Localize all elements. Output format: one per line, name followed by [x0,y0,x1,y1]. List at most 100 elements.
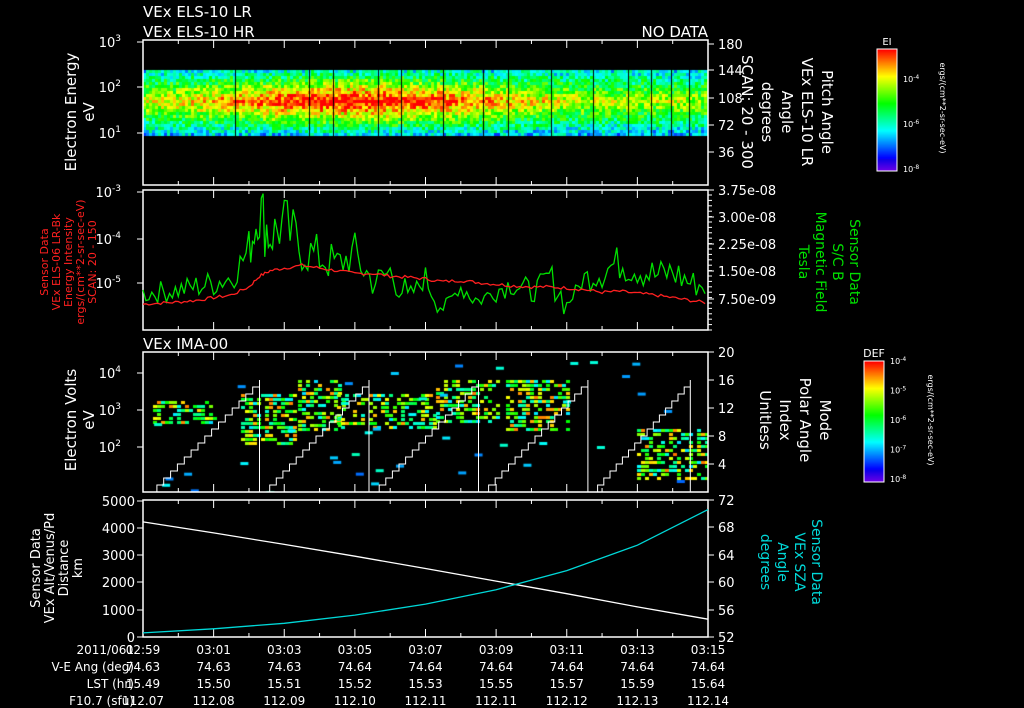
mode-tick-label: 12 [718,402,735,417]
els-y-axis-label: eV [80,102,98,122]
ima-y-axis-label: eV [80,410,98,430]
energy-intensity-line [142,263,706,306]
mode-axis-label: Unitless [756,390,774,450]
altitude-tick-label: 4000 [102,522,135,537]
mode-tick-label: 8 [718,430,726,445]
mode-tick-label: 4 [718,458,726,473]
x-axis-ve_ang-value: 74.64 [550,660,584,674]
x-axis-times-value: 03:01 [196,643,231,657]
b-field-tick-label: 7.50e-09 [718,293,776,308]
ima-y-tick-label: 103 [99,402,121,419]
els-y-tick-label: 103 [99,34,121,51]
els-y-tick-label: 102 [99,79,121,96]
b-field-axis-label: Magnetic Field [812,212,828,313]
pitch-angle-axis-label: SCAN: 20 - 300 [738,55,756,169]
b-field-tick-label: 3.00e-08 [718,211,776,226]
def-colorbar-title: DEF [863,347,885,360]
pitch-angle-axis-label: VEx ELS-10 LR [798,58,816,167]
altitude-tick-label: 3000 [102,549,135,564]
b-field-tick-label: 3.75e-08 [718,184,776,199]
energy-intensity-tick-label: 10-4 [95,231,121,248]
energy-intensity-tick-label: 10-5 [95,275,121,292]
def-colorbar-frame [863,360,885,483]
ei-colorbar-tick-label: 10-8 [903,164,919,174]
pitch-angle-tick-label: 72 [718,119,735,134]
energy-intensity-tick-label: 10-3 [95,184,121,201]
space-physics-plot: VEx ELS-10 LR VEx ELS-10 HR NO DATA 103 102 1… [0,0,1024,708]
x-axis-ve_ang-value: 74.63 [267,660,301,674]
pitch-angle-tick-label: 180 [718,38,743,53]
x-axis-f107-value: 112.11 [405,694,447,708]
b-field-axis-label: Sensor Data [846,219,862,305]
sza-axis-label: degrees [757,534,773,590]
pitch-angle-tick-label: 36 [718,146,735,161]
panel-frame-3 [142,351,709,493]
x-axis-lst-value: 15.51 [267,677,301,691]
mode-axis-label: Polar Angle [796,378,814,463]
x-axis-lst-value: 15.64 [691,677,725,691]
ei-colorbar-unit: ergs/(cm**2-sr-sec-eV) [938,62,947,153]
x-axis-ve_ang-value: 74.64 [408,660,442,674]
ei-colorbar-frame [876,48,898,172]
title-hr: VEx ELS-10 HR [143,23,255,41]
x-axis-f107-value: 112.13 [616,694,658,708]
x-axis-f107-value: 112.11 [475,694,517,708]
pitch-angle-axis-label: Pitch Angle [818,70,836,154]
energy-intensity-axis-label: SCAN: 20 - 150 [86,220,99,304]
ima-y-axis-label: Electron Volts [62,369,80,472]
x-axis-times-value: 02:59 [126,643,161,657]
x-axis-times-value: 03:05 [338,643,373,657]
def-colorbar-tick-label: 10-6 [890,415,906,425]
ima-y-tick-label: 104 [99,365,122,382]
sza-axis-label: Sensor Data [808,519,824,605]
ei-colorbar-tick-label: 10-6 [903,119,919,129]
x-axis-f107-value: 112.08 [193,694,235,708]
altitude-axis-label: Sensor Data [29,528,44,608]
b-field-axis-label: S/C B [829,243,845,280]
altitude-tick-label: 2000 [102,576,135,591]
els-y-axis-label: Electron Energy [62,52,80,171]
sza-axis-label: Angle [774,542,790,582]
x-axis-lst-value: 15.49 [126,677,160,691]
ima-panel-title: VEx IMA-00 [143,335,228,353]
mode-axis-label: Index [776,399,794,440]
b-field-tick-label: 2.25e-08 [718,238,776,253]
x-axis-lst-value: 15.55 [479,677,513,691]
mode-axis-label: Mode [816,400,834,441]
b-field-axis-label: Tesla [795,244,811,280]
plot-svg: VEx ELS-10 LR VEx ELS-10 HR NO DATA 103 102 1… [29,3,947,708]
no-data-label: NO DATA [642,23,709,41]
x-axis-ve_ang-value: 74.64 [620,660,654,674]
b-field-tick-label: 1.50e-08 [718,265,776,280]
def-colorbar-tick-label: 10-5 [890,386,906,396]
def-colorbar-tick-label: 10-4 [890,356,906,366]
x-axis-f107-value: 112.12 [546,694,588,708]
mode-tick-label: 20 [718,346,735,361]
x-axis-f107-value: 112.07 [122,694,164,708]
pitch-angle-axis-label: Angle [778,91,796,134]
x-axis-f107-value: 112.14 [687,694,729,708]
ei-colorbar-tick-label: 10-4 [903,74,919,84]
def-colorbar-tick-label: 10-7 [890,445,906,455]
pitch-angle-axis-label: degrees [758,82,776,143]
panel-frame-2 [142,189,709,331]
x-axis-times-value: 03:15 [691,643,726,657]
ima-y-tick-label: 102 [99,439,121,456]
x-axis-lst-value: 15.53 [408,677,442,691]
x-axis-ve_ang-value: 74.64 [338,660,372,674]
altitude-axis-label: VEx Alt/Venus/Pd [43,513,58,624]
title-lr: VEx ELS-10 LR [143,3,252,21]
panel-frame-1 [142,39,709,186]
sza-tick-label: 56 [718,604,735,619]
x-axis-f107-value: 112.10 [334,694,376,708]
x-axis-times-value: 03:03 [267,643,302,657]
x-axis-times-value: 03:13 [620,643,655,657]
sza-tick-label: 60 [718,576,735,591]
row-label: V-E Ang (deg) [52,660,134,674]
els-y-tick-label: 101 [99,125,121,142]
x-axis-lst-value: 15.57 [550,677,584,691]
x-axis-lst-value: 15.52 [338,677,372,691]
sza-tick-label: 72 [718,494,735,509]
altitude-axis-label: km [71,558,86,578]
altitude-tick-label: 1000 [102,604,135,619]
